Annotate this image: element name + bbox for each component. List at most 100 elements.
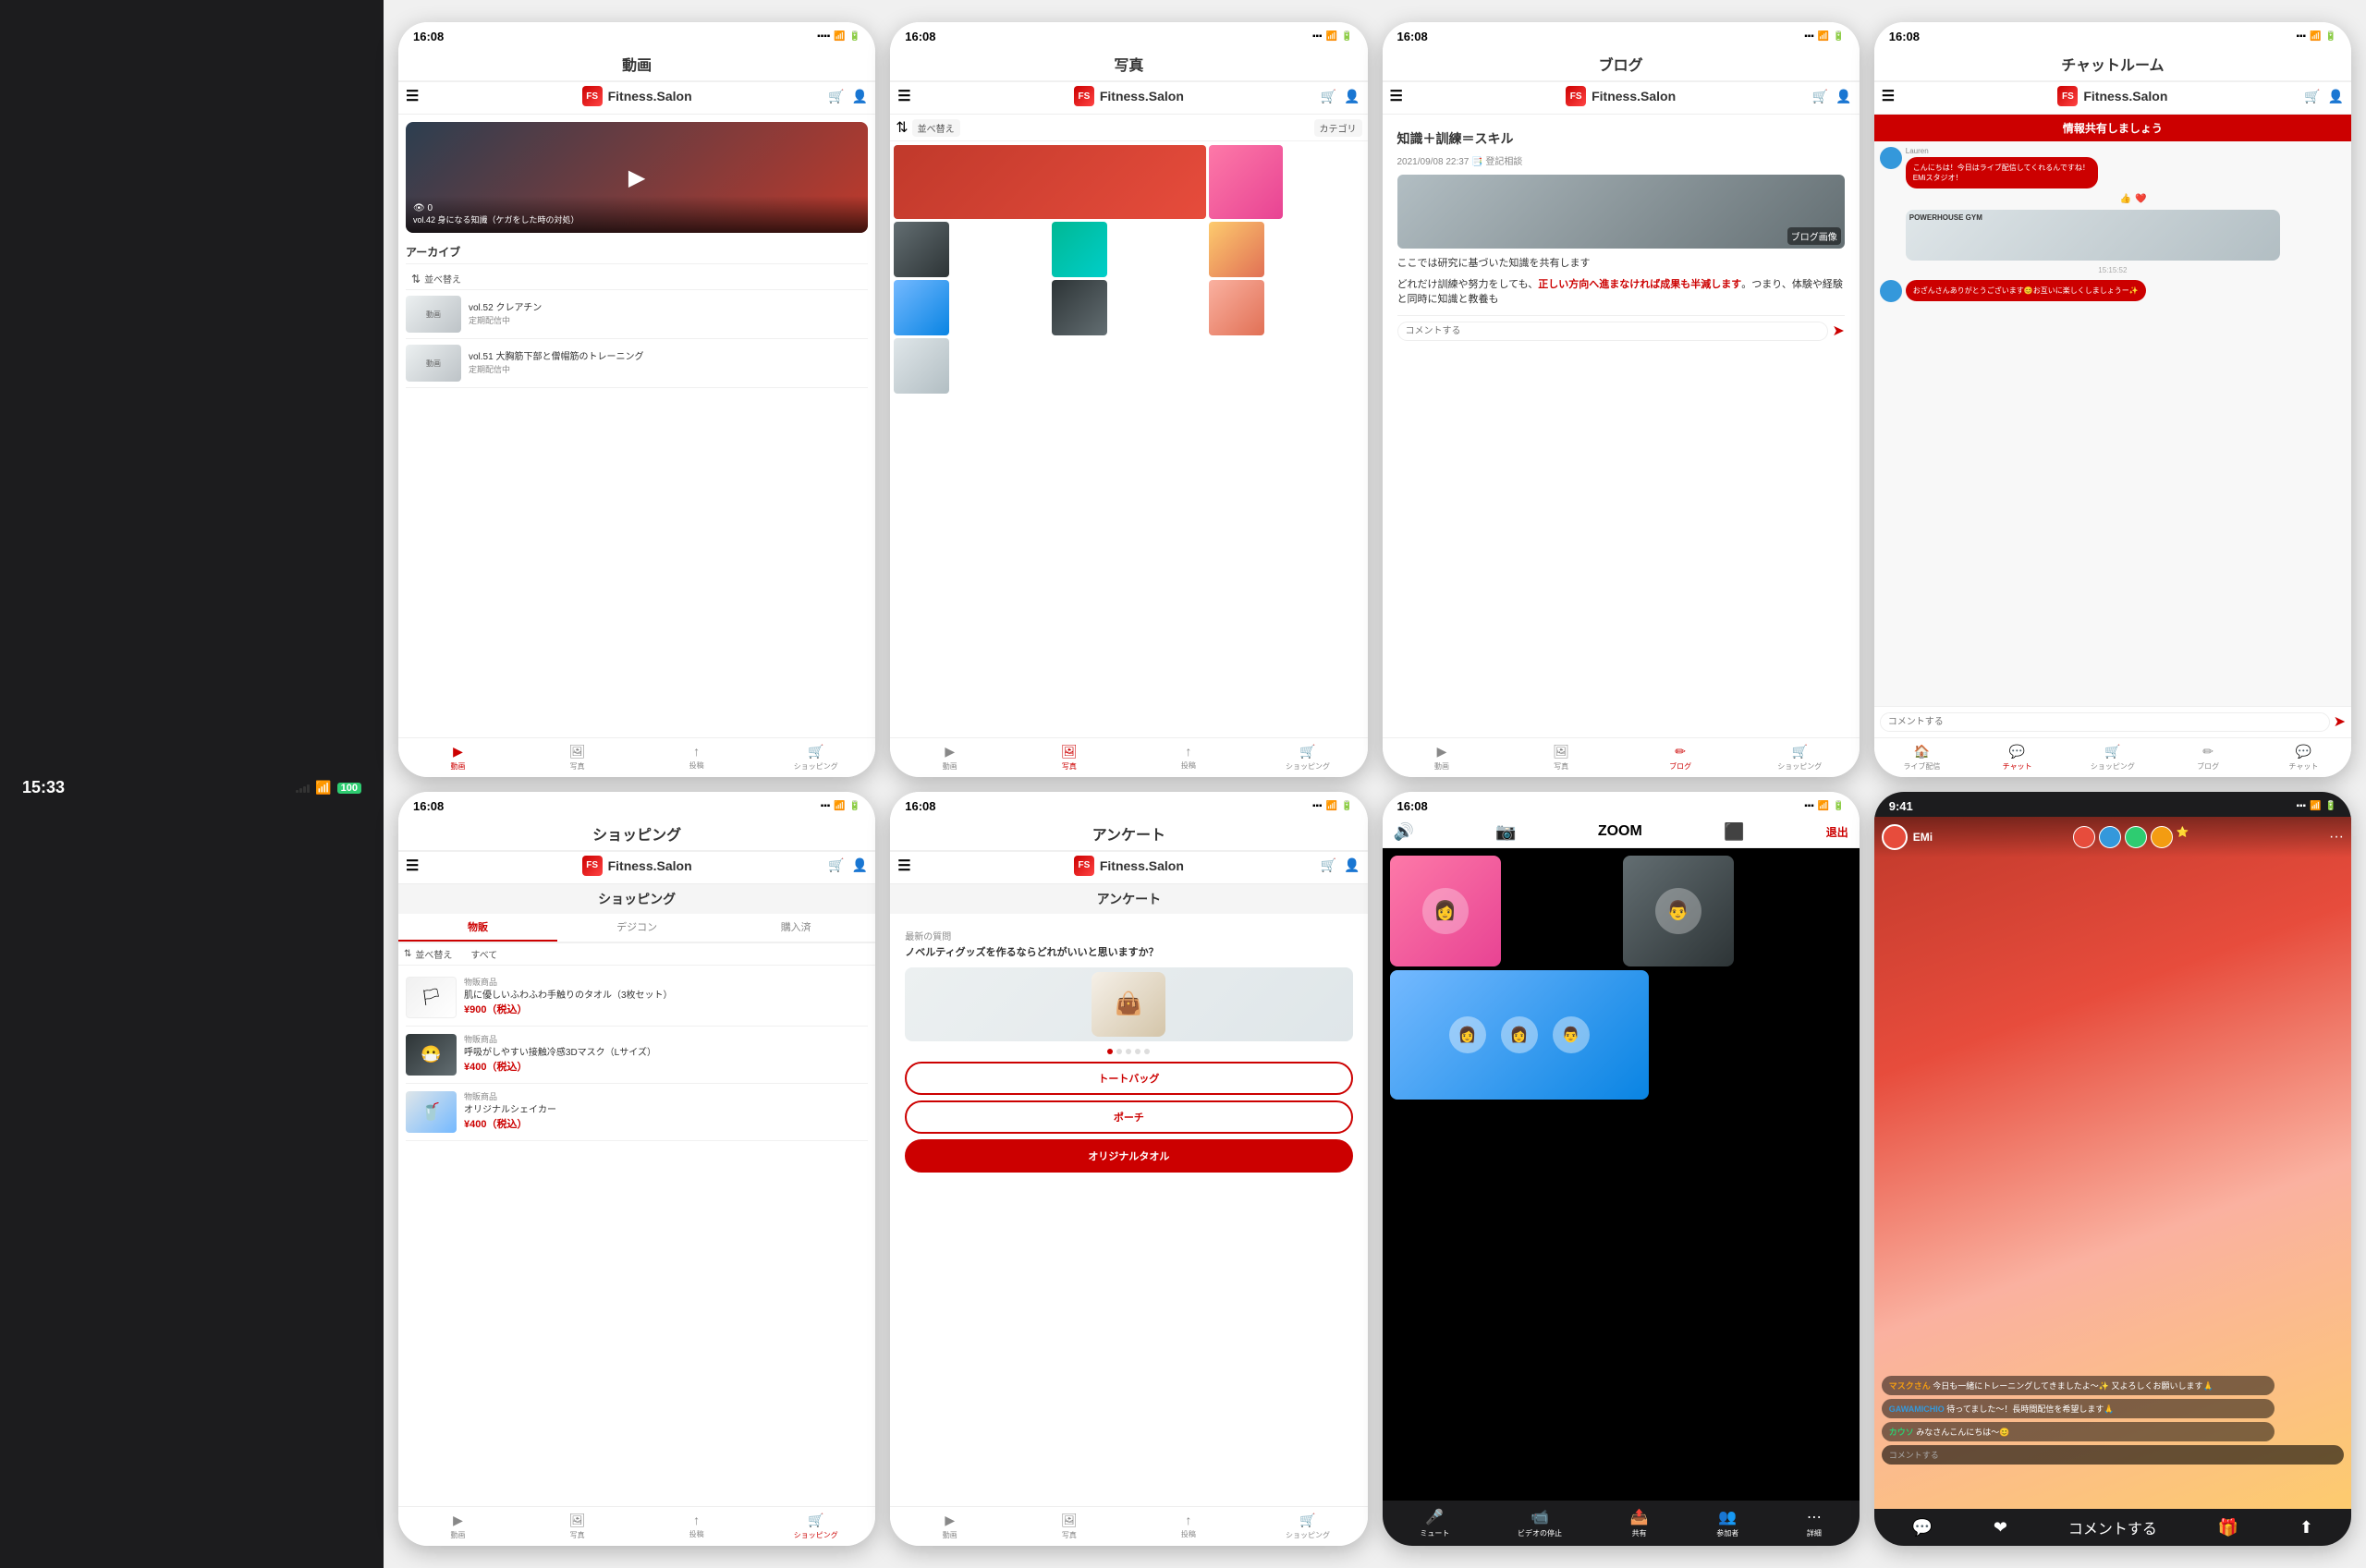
photo-4[interactable] [1052,222,1107,277]
category-btn[interactable]: カテゴリ [1314,119,1362,137]
nav-photo-p[interactable]: 🖼写真 [1009,738,1128,777]
nav-blog-b[interactable]: ✏ブログ [1621,738,1740,777]
ps-status-chat: 16:08 ▪▪▪ 📶 🔋 [1874,22,2351,47]
nav-shop-c[interactable]: 🛒ショッピング [2065,738,2160,777]
hamburger-icon[interactable]: ☰ [897,87,910,105]
tab-digicon[interactable]: デジコン [557,914,716,942]
hamburger-icon[interactable]: ☰ [406,87,419,105]
zoom-ctrl-video[interactable]: 📹ビデオの停止 [1518,1508,1562,1538]
onlive-msg-3: カウソ みなさんこんにちは～😊 [1882,1422,2275,1441]
camera-icon[interactable]: 📷 [1495,822,1516,842]
cart-icon[interactable]: 🛒 [828,857,844,873]
nav-post-sv[interactable]: ↑投稿 [1128,1507,1248,1546]
nav-post-s[interactable]: ↑投稿 [637,1507,756,1546]
archive-tag-1: 定期配信中 [469,315,542,327]
nav-shop-sv[interactable]: 🛒ショッピング [1248,1507,1367,1546]
survey-opt-3[interactable]: オリジナルタオル [905,1139,1352,1173]
zoom-icon-top[interactable]: ⬛ [1724,822,1744,842]
photo-5[interactable] [1209,222,1264,277]
person-icon[interactable]: 👤 [2328,89,2344,104]
nav-chat2-c[interactable]: 💬チャット [2256,738,2351,777]
shop-item-2[interactable]: 😷 物販商品 呼吸がしやすい接触冷感3Dマスク（Lサイズ） ¥400（税込） [406,1027,868,1084]
photo-8[interactable] [1209,280,1264,335]
survey-dots [905,1049,1352,1054]
nav-video-s[interactable]: ▶動画 [398,1507,518,1546]
chat-comment-input[interactable] [1880,712,2330,732]
person-icon[interactable]: 👤 [1344,89,1360,104]
phone-shopping: 16:08 ▪▪▪ 📶 🔋 ショッピング ☰ FS Fitness.Salon … [398,792,875,1547]
nav-video[interactable]: ▶動画 [398,738,518,777]
onlive-comment-label[interactable]: コメントする [2068,1516,2157,1538]
nav-video-sv[interactable]: ▶動画 [890,1507,1009,1546]
photo-7[interactable] [1052,280,1107,335]
share-icon2[interactable]: ⬆ [2299,1518,2313,1538]
onlive-input[interactable]: コメントする [1882,1445,2344,1465]
hamburger-icon[interactable]: ☰ [1882,87,1895,105]
nav-chat-c[interactable]: 💬チャット [1970,738,2065,777]
zoom-exit-btn[interactable]: 退出 [1826,824,1848,840]
chat-bubble-icon[interactable]: 💬 [1912,1518,1933,1538]
nav-photo-sv[interactable]: 🖼写真 [1009,1507,1128,1546]
photo-1[interactable] [894,145,1206,219]
hamburger-icon[interactable]: ☰ [406,857,419,875]
heart-icon[interactable]: ❤ [1994,1518,2007,1538]
person-icon[interactable]: 👤 [852,857,868,873]
shop-item-3[interactable]: 🥤 物販商品 オリジナルシェイカー ¥400（税込） [406,1084,868,1141]
cart-icon[interactable]: 🛒 [1321,89,1336,104]
battery-icon: 🔋 [849,31,860,42]
zoom-ctrl-mute[interactable]: 🎤ミュート [1420,1508,1449,1538]
nav-photo[interactable]: 🖼写真 [518,738,637,777]
photo-3[interactable] [894,222,949,277]
wifi-icon: 📶 [2310,31,2321,42]
photo-2[interactable] [1209,145,1283,219]
nav-shop-b[interactable]: 🛒ショッピング [1740,738,1860,777]
photo-6[interactable] [894,280,949,335]
all-label[interactable]: すべて [470,947,497,961]
cart-icon[interactable]: 🛒 [828,89,844,104]
main-video-thumb[interactable]: ▶ 👁 0 vol.42 身になる知識（ケガをした時の対処） [406,122,868,233]
nav-live[interactable]: 🏠ライブ配信 [1874,738,1970,777]
nav-shop-s[interactable]: 🛒ショッピング [756,1507,875,1546]
zoom-ctrl-more[interactable]: ⋯詳細 [1807,1508,1822,1538]
survey-tab-title: アンケート [890,884,1367,914]
hamburger-icon[interactable]: ☰ [1390,87,1403,105]
sort-btn[interactable]: 並べ替え [912,119,960,137]
cart-icon[interactable]: 🛒 [1321,857,1336,873]
nav-photo-s[interactable]: 🖼写真 [518,1507,637,1546]
archive-item-1[interactable]: 動画 vol.52 クレアチン 定期配信中 [406,290,868,339]
cart-icon[interactable]: 🛒 [2304,89,2320,104]
blog-comment-input[interactable] [1397,322,1829,341]
gift-icon[interactable]: 🎁 [2218,1518,2238,1538]
sort-label[interactable]: 並べ替え [424,272,461,286]
signal-icon: ▪▪▪ [2296,31,2306,42]
cart-icon[interactable]: 🛒 [1812,89,1828,104]
sort-label-shop[interactable]: 並べ替え [415,947,452,961]
more-icon[interactable]: ··· [2329,829,2344,845]
sort-icon: ⇅ [411,273,421,286]
nav-video-b[interactable]: ▶動画 [1383,738,1502,777]
nav-blog-c[interactable]: ✏ブログ [2161,738,2256,777]
nav-post-p[interactable]: ↑投稿 [1128,738,1248,777]
speaker-icon[interactable]: 🔊 [1394,822,1414,842]
nav-photo-b[interactable]: 🖼写真 [1502,738,1621,777]
nav-post[interactable]: ↑投稿 [637,738,756,777]
photo-9[interactable] [894,338,949,394]
nav-video-p[interactable]: ▶動画 [890,738,1009,777]
shop-item-1[interactable]: 🏳 物販商品 肌に優しいふわふわ手触りのタオル（3枚セット） ¥900（税込） [406,969,868,1027]
hamburger-icon[interactable]: ☰ [897,857,910,875]
tab-bussan[interactable]: 物販 [398,914,557,942]
send-icon[interactable]: ➤ [1832,322,1844,340]
archive-item-2[interactable]: 動画 vol.51 大胸筋下部と僧帽筋のトレーニング 定期配信中 [406,339,868,388]
zoom-ctrl-participants[interactable]: 👥参加者 [1716,1508,1738,1538]
status-icons-zoom: ▪▪▪ 📶 🔋 [1804,801,1845,811]
zoom-ctrl-share[interactable]: 📤共有 [1630,1508,1649,1538]
tab-purchased[interactable]: 購入済 [716,914,875,942]
chat-send-icon[interactable]: ➤ [2334,712,2346,731]
person-icon[interactable]: 👤 [852,89,868,104]
survey-opt-1[interactable]: トートバッグ [905,1062,1352,1095]
person-icon[interactable]: 👤 [1344,857,1360,873]
person-icon[interactable]: 👤 [1835,89,1851,104]
nav-shop[interactable]: 🛒ショッピング [756,738,875,777]
nav-shop-p[interactable]: 🛒ショッピング [1248,738,1367,777]
survey-opt-2[interactable]: ポーチ [905,1100,1352,1134]
